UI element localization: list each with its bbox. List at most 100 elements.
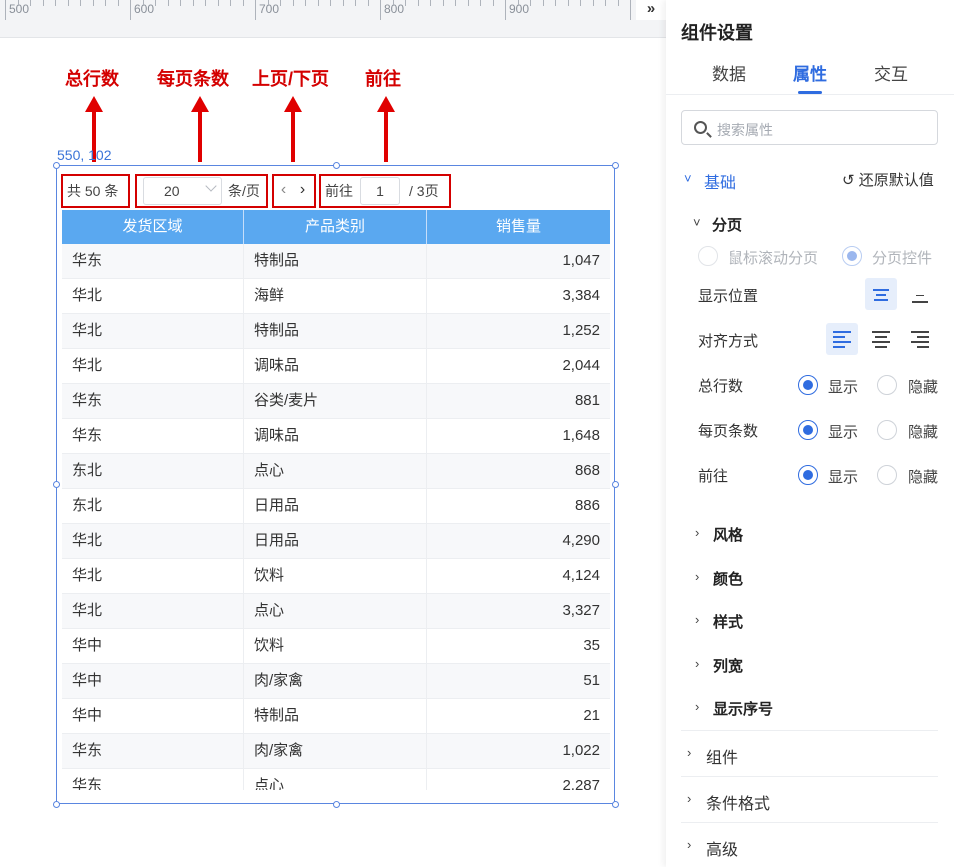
section-conditional-format[interactable]: 条件格式 (706, 790, 770, 814)
chevron-right-icon[interactable]: › (695, 525, 699, 540)
table-cell: 35 (583, 637, 600, 654)
table-row[interactable]: 华北 日用品 4,290 (62, 524, 610, 559)
annotation-prev-next: 上页/下页 (252, 69, 330, 89)
chevron-right-icon[interactable]: › (687, 791, 691, 806)
table-cell: 特制品 (244, 699, 427, 733)
reset-defaults-button[interactable]: ↺ 还原默认值 (842, 169, 934, 190)
arrow-up-icon (191, 96, 209, 162)
table-row[interactable]: 华北 海鲜 3,384 (62, 279, 610, 314)
total-rows-hide-radio[interactable] (877, 375, 897, 395)
table-row[interactable]: 华中 特制品 21 (62, 699, 610, 734)
ruler-tick (443, 0, 444, 6)
ruler-tick (243, 0, 244, 6)
align-left-icon[interactable] (826, 323, 858, 355)
chevron-right-icon[interactable]: › (695, 656, 699, 671)
chevron-right-icon[interactable]: › (695, 612, 699, 627)
chevron-right-icon[interactable]: › (695, 699, 699, 714)
section-basic[interactable]: 基础 (704, 169, 736, 193)
scroll-paging-radio[interactable] (698, 246, 718, 266)
column-header[interactable]: 产品类别 (244, 210, 427, 244)
chevron-down-icon[interactable]: ˅ (693, 215, 701, 230)
tab-properties[interactable]: 属性 (793, 60, 827, 85)
ruler-expand-icon[interactable]: » (636, 0, 666, 20)
chevron-right-icon[interactable]: › (687, 745, 691, 760)
chevron-right-icon[interactable]: › (695, 569, 699, 584)
subsection-appearance[interactable]: 样式 (713, 611, 743, 632)
table-cell: 4,124 (562, 567, 600, 584)
highlight-box (272, 174, 316, 208)
goto-show-radio[interactable] (798, 465, 818, 485)
table-cell: 华东 (62, 419, 244, 453)
subsection-row-number[interactable]: 显示序号 (713, 698, 773, 719)
section-component[interactable]: 组件 (706, 744, 738, 768)
tab-data[interactable]: 数据 (712, 60, 746, 85)
page-size-show-radio[interactable] (798, 420, 818, 440)
table-row[interactable]: 华东 点心 2,287 (62, 769, 610, 790)
chevron-right-icon[interactable]: › (687, 837, 691, 852)
table-cell: 华中 (62, 699, 244, 733)
table-row[interactable]: 华东 肉/家禽 1,022 (62, 734, 610, 769)
table-cell: 1,022 (562, 742, 600, 759)
subsection-paging[interactable]: 分页 (712, 214, 742, 235)
column-header[interactable]: 发货区域 (62, 210, 244, 244)
search-input[interactable]: 搜索属性 (681, 110, 938, 145)
table-row[interactable]: 华北 饮料 4,124 (62, 559, 610, 594)
divider (681, 776, 938, 777)
tab-interaction[interactable]: 交互 (874, 60, 908, 85)
ruler-tick (380, 0, 381, 20)
show-label: 显示 (828, 379, 859, 396)
resize-handle[interactable] (53, 801, 60, 808)
position-bottom-icon[interactable] (904, 278, 936, 310)
ruler-tick (180, 0, 181, 6)
table-cell: 饮料 (244, 629, 427, 663)
column-header[interactable]: 销售量 (427, 210, 610, 244)
table-cell: 3,327 (562, 602, 600, 619)
position-top-icon[interactable] (865, 278, 897, 310)
table-row[interactable]: 华东 谷类/麦片 881 (62, 384, 610, 419)
table-cell: 点心 (244, 594, 427, 628)
table-row[interactable]: 华东 调味品 1,648 (62, 419, 610, 454)
subsection-style[interactable]: 风格 (713, 524, 743, 545)
resize-handle[interactable] (612, 801, 619, 808)
table-row[interactable]: 华北 调味品 2,044 (62, 349, 610, 384)
goto-hide-radio[interactable] (877, 465, 897, 485)
resize-handle[interactable] (53, 162, 60, 169)
chevron-down-icon[interactable]: ˅ (684, 171, 692, 186)
table-cell: 东北 (62, 489, 244, 523)
ruler-tick (318, 0, 319, 6)
alignment-label: 对齐方式 (698, 333, 759, 350)
table-row[interactable]: 东北 日用品 886 (62, 489, 610, 524)
ruler-tick (68, 0, 69, 6)
table-cell: 华北 (62, 314, 244, 348)
section-advanced[interactable]: 高级 (706, 836, 738, 860)
subsection-column-width[interactable]: 列宽 (713, 655, 743, 676)
table-cell: 881 (574, 392, 600, 409)
table-row[interactable]: 华北 特制品 1,252 (62, 314, 610, 349)
align-center-icon[interactable] (865, 323, 897, 355)
table-cell: 华中 (62, 629, 244, 663)
total-rows-show-radio[interactable] (798, 375, 818, 395)
resize-handle[interactable] (333, 162, 340, 169)
resize-handle[interactable] (612, 162, 619, 169)
table-row[interactable]: 华中 饮料 35 (62, 629, 610, 664)
pager-control-radio[interactable] (842, 246, 862, 266)
show-label: 显示 (828, 424, 859, 441)
ruler-tick (493, 0, 494, 6)
page-size-label: 每页条数 (698, 423, 759, 440)
table-row[interactable]: 东北 点心 868 (62, 454, 610, 489)
scroll-paging-label: 鼠标滚动分页 (728, 250, 819, 267)
table-row[interactable]: 华中 肉/家禽 51 (62, 664, 610, 699)
resize-handle[interactable] (612, 481, 619, 488)
table-row[interactable]: 华北 点心 3,327 (62, 594, 610, 629)
design-canvas[interactable]: 500 600 700 800 900 » 总行数 每页条数 上页/下页 前往 … (0, 0, 666, 867)
table-cell: 点心 (244, 769, 427, 790)
subsection-color[interactable]: 颜色 (713, 568, 743, 589)
resize-handle[interactable] (53, 481, 60, 488)
table-row[interactable]: 华东 特制品 1,047 (62, 244, 610, 279)
ruler-tick (418, 0, 419, 6)
resize-handle[interactable] (333, 801, 340, 808)
table-cell: 华东 (62, 734, 244, 768)
goto-label: 前往 (698, 468, 729, 485)
page-size-hide-radio[interactable] (877, 420, 897, 440)
align-right-icon[interactable] (904, 323, 936, 355)
